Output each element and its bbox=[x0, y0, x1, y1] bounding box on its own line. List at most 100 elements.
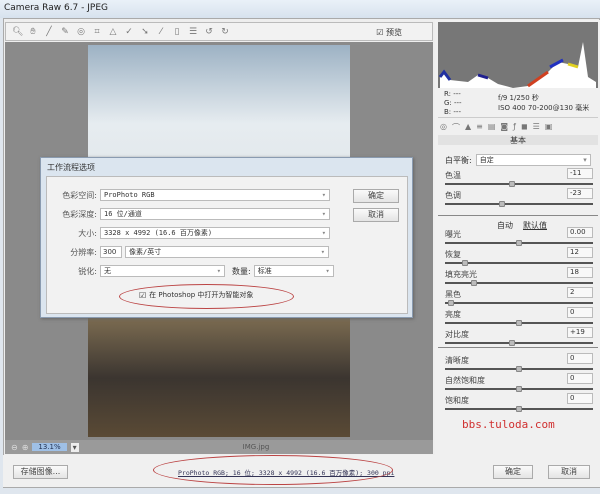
slider-handle[interactable] bbox=[516, 386, 522, 392]
slider-6: 亮度 0 bbox=[445, 307, 593, 326]
slider-4: 填充亮光 18 bbox=[445, 267, 593, 286]
snapshots-tab-icon[interactable]: ▣ bbox=[545, 122, 553, 134]
slider-handle[interactable] bbox=[516, 320, 522, 326]
effects-tab-icon[interactable]: ƒ bbox=[513, 122, 516, 134]
window-title: Camera Raw 6.7 - JPEG bbox=[0, 0, 600, 18]
slider-handle[interactable] bbox=[470, 280, 477, 286]
white-balance-icon[interactable]: ╱ bbox=[44, 27, 54, 37]
slider-label: 曝光 bbox=[445, 230, 461, 239]
resolution-input[interactable]: 300 bbox=[100, 246, 122, 258]
slider-handle[interactable] bbox=[498, 201, 505, 207]
sharpen-select[interactable]: 无 bbox=[100, 265, 225, 277]
divider bbox=[438, 215, 598, 216]
zoom-in-button[interactable]: ⊕ bbox=[22, 443, 29, 452]
rotate-right-icon[interactable]: ↻ bbox=[220, 27, 230, 37]
slider-0: 色温 -11 bbox=[445, 168, 593, 187]
highlight-ellipse bbox=[153, 455, 393, 485]
presets-tab-icon[interactable]: ☰ bbox=[533, 122, 540, 134]
dialog-ok-button[interactable]: 确定 bbox=[353, 189, 399, 203]
spot-removal-icon[interactable]: ✓ bbox=[124, 27, 134, 37]
dialog-cancel-button[interactable]: 取消 bbox=[353, 208, 399, 222]
slider-value-input[interactable]: -11 bbox=[567, 168, 593, 179]
slider-value-input[interactable]: 0 bbox=[567, 307, 593, 318]
target-adjust-icon[interactable]: ◎ bbox=[76, 27, 86, 37]
file-name: IMG.jpg bbox=[242, 443, 270, 451]
basic-tab-icon[interactable]: ◎ bbox=[440, 122, 447, 134]
slider-track[interactable] bbox=[445, 342, 593, 344]
slider-label: 黑色 bbox=[445, 290, 461, 299]
depth-select[interactable]: 16 位/通道 bbox=[100, 208, 330, 220]
workflow-options-dialog: 工作流程选项 色彩空间:ProPhoto RGB 色彩深度:16 位/通道 大小… bbox=[40, 157, 413, 318]
rotate-left-icon[interactable]: ↺ bbox=[204, 27, 214, 37]
slider-track[interactable] bbox=[445, 183, 593, 185]
color-space-select[interactable]: ProPhoto RGB bbox=[100, 189, 330, 201]
slider-handle[interactable] bbox=[516, 240, 522, 246]
toolbar: 🔍︎ ✋︎ ╱ ✎ ◎ ⌗ △ ✓ ➘ ⁄ ▯ ☰ ↺ ↻ ☑ 预览 bbox=[5, 22, 433, 41]
zoom-out-button[interactable]: ⊖ bbox=[11, 443, 18, 452]
zoom-level[interactable]: 13.1% bbox=[32, 443, 67, 451]
slider-value-input[interactable]: -23 bbox=[567, 188, 593, 199]
slider-value-input[interactable]: 0 bbox=[567, 373, 593, 384]
slider-3: 恢复 12 bbox=[445, 247, 593, 266]
size-select[interactable]: 3328 x 4992 (16.6 百万像素) bbox=[100, 227, 330, 239]
slider-label: 对比度 bbox=[445, 330, 469, 339]
preview-checkbox[interactable]: ☑ 预览 bbox=[376, 27, 402, 38]
split-toning-tab-icon[interactable]: ▤ bbox=[488, 122, 496, 134]
rgb-b: B: --- bbox=[444, 108, 461, 116]
cancel-button[interactable]: 取消 bbox=[548, 465, 590, 479]
slider-track[interactable] bbox=[445, 282, 593, 284]
slider-label: 色调 bbox=[445, 191, 461, 200]
footer: 存储图像... ProPhoto RGB; 16 位; 3328 x 4992 … bbox=[3, 455, 600, 487]
slider-1: 色调 -23 bbox=[445, 188, 593, 207]
hand-icon[interactable]: ✋︎ bbox=[28, 27, 38, 37]
preferences-icon[interactable]: ☰ bbox=[188, 27, 198, 37]
histogram-graph bbox=[438, 42, 596, 88]
dialog-title: 工作流程选项 bbox=[47, 163, 95, 172]
slider-handle[interactable] bbox=[516, 366, 522, 372]
rgb-r: R: --- bbox=[444, 90, 461, 98]
preview-label: 预览 bbox=[386, 28, 402, 37]
slider-value-input[interactable]: +19 bbox=[567, 327, 593, 338]
zoom-dropdown[interactable]: ▾ bbox=[70, 442, 79, 452]
detail-tab-icon[interactable]: ▲ bbox=[465, 122, 471, 134]
slider-value-input[interactable]: 0.00 bbox=[567, 227, 593, 238]
slider-handle[interactable] bbox=[508, 340, 515, 346]
amount-select[interactable]: 标准 bbox=[253, 265, 334, 277]
slider-handle[interactable] bbox=[447, 300, 454, 306]
slider-handle[interactable] bbox=[462, 260, 469, 266]
slider-value-input[interactable]: 18 bbox=[567, 267, 593, 278]
crop-icon[interactable]: ⌗ bbox=[92, 27, 102, 37]
red-eye-icon[interactable]: ➘ bbox=[140, 27, 150, 37]
slider-7: 对比度 +19 bbox=[445, 327, 593, 346]
straighten-icon[interactable]: △ bbox=[108, 27, 118, 37]
slider-value-input[interactable]: 2 bbox=[567, 287, 593, 298]
white-balance-select[interactable]: 自定 bbox=[475, 154, 591, 166]
zoom-icon[interactable]: 🔍︎ bbox=[12, 27, 23, 37]
slider-handle[interactable] bbox=[516, 406, 522, 412]
slider-track[interactable] bbox=[445, 203, 593, 205]
resolution-unit-select[interactable]: 像素/英寸 bbox=[125, 246, 329, 258]
divider bbox=[438, 347, 598, 348]
ok-button[interactable]: 确定 bbox=[493, 465, 533, 479]
save-image-button[interactable]: 存储图像... bbox=[13, 465, 68, 479]
slider-10: 饱和度 0 bbox=[445, 393, 593, 412]
camera-calibration-tab-icon[interactable]: ◼ bbox=[521, 122, 528, 134]
slider-track[interactable] bbox=[445, 302, 593, 304]
hsl-tab-icon[interactable]: ≡ bbox=[476, 122, 483, 134]
highlight-ellipse bbox=[119, 284, 294, 309]
lens-tab-icon[interactable]: ◙ bbox=[500, 122, 508, 134]
slider-label: 色温 bbox=[445, 171, 461, 180]
graduated-filter-icon[interactable]: ▯ bbox=[172, 27, 182, 37]
adjustment-brush-icon[interactable]: ⁄ bbox=[156, 27, 166, 37]
slider-handle[interactable] bbox=[508, 181, 515, 187]
slider-2: 曝光 0.00 bbox=[445, 227, 593, 246]
slider-label: 亮度 bbox=[445, 310, 461, 319]
tone-curve-tab-icon[interactable]: ⌒ bbox=[452, 122, 460, 134]
slider-value-input[interactable]: 12 bbox=[567, 247, 593, 258]
iso-lens-info: ISO 400 70-200@130 毫米 bbox=[498, 104, 590, 112]
rgb-g: G: --- bbox=[444, 99, 462, 107]
slider-label: 填充亮光 bbox=[445, 270, 477, 279]
slider-value-input[interactable]: 0 bbox=[567, 353, 593, 364]
slider-value-input[interactable]: 0 bbox=[567, 393, 593, 404]
color-sampler-icon[interactable]: ✎ bbox=[60, 27, 70, 37]
